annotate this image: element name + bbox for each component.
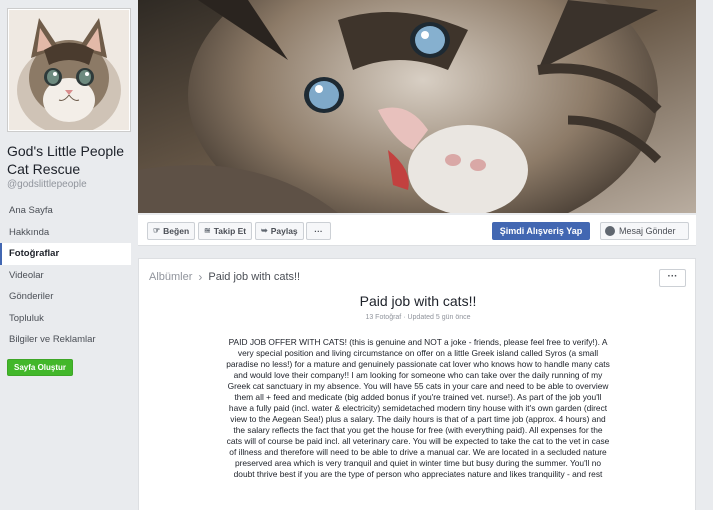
kitten-cover-image <box>138 0 696 213</box>
breadcrumb-separator: › <box>198 270 203 284</box>
facebook-page: God's Little People Cat Rescue @godslitt… <box>0 0 713 510</box>
left-sidebar: God's Little People Cat Rescue @godslitt… <box>0 0 137 510</box>
shop-now-button[interactable]: Şimdi Alışveriş Yap <box>492 222 590 240</box>
nav-item-photos[interactable]: Fotoğraflar <box>0 243 131 265</box>
album-description: PAID JOB OFFER WITH CATS! (this is genui… <box>226 337 610 479</box>
send-message-label: Mesaj Gönder <box>619 226 676 236</box>
nav-item-community[interactable]: Topluluk <box>0 308 131 330</box>
rss-icon: ≊ <box>204 226 211 235</box>
page-name[interactable]: God's Little People Cat Rescue <box>7 142 135 178</box>
album-title: Paid job with cats!! <box>359 293 477 309</box>
cover-photo[interactable] <box>138 0 696 213</box>
create-page-button[interactable]: Sayfa Oluştur <box>7 359 74 376</box>
share-button[interactable]: ➥ Paylaş <box>255 222 304 240</box>
follow-label: Takip Et <box>213 226 247 236</box>
page-nav: Ana Sayfa Hakkında Fotoğraflar Videolar … <box>0 200 131 351</box>
like-label: Beğen <box>163 226 190 236</box>
breadcrumb-albums-link[interactable]: Albümler <box>149 271 192 283</box>
nav-item-home[interactable]: Ana Sayfa <box>0 200 131 222</box>
album-meta: 13 Fotoğraf · Updated 5 gün önce <box>365 314 471 321</box>
follow-button[interactable]: ≊ Takip Et <box>198 222 253 240</box>
nav-item-videos[interactable]: Videolar <box>0 265 131 287</box>
album-options-button[interactable]: ··· <box>659 269 686 287</box>
nav-item-about[interactable]: Hakkında <box>0 222 131 244</box>
share-arrow-icon: ➥ <box>261 226 268 235</box>
profile-picture[interactable] <box>7 8 131 132</box>
more-actions-button[interactable]: ··· <box>306 222 331 240</box>
messenger-icon <box>605 226 615 236</box>
breadcrumb-current: Paid job with cats!! <box>208 271 301 283</box>
album-panel: Albümler › Paid job with cats!! ··· Paid… <box>138 258 696 510</box>
like-button[interactable]: ☞ Beğen <box>147 222 196 240</box>
kitten-profile-image <box>9 10 129 130</box>
send-message-button[interactable]: Mesaj Gönder <box>600 222 689 240</box>
page-handle: @godslittlepeople <box>7 179 87 190</box>
share-label: Paylaş <box>270 226 298 236</box>
breadcrumb: Albümler › Paid job with cats!! <box>149 270 300 284</box>
page-action-bar: ☞ Beğen ≊ Takip Et ➥ Paylaş ··· Şimdi Al… <box>138 215 696 246</box>
nav-item-posts[interactable]: Gönderiler <box>0 286 131 308</box>
thumbs-up-icon: ☞ <box>153 226 161 235</box>
nav-item-info-ads[interactable]: Bilgiler ve Reklamlar <box>0 329 131 351</box>
